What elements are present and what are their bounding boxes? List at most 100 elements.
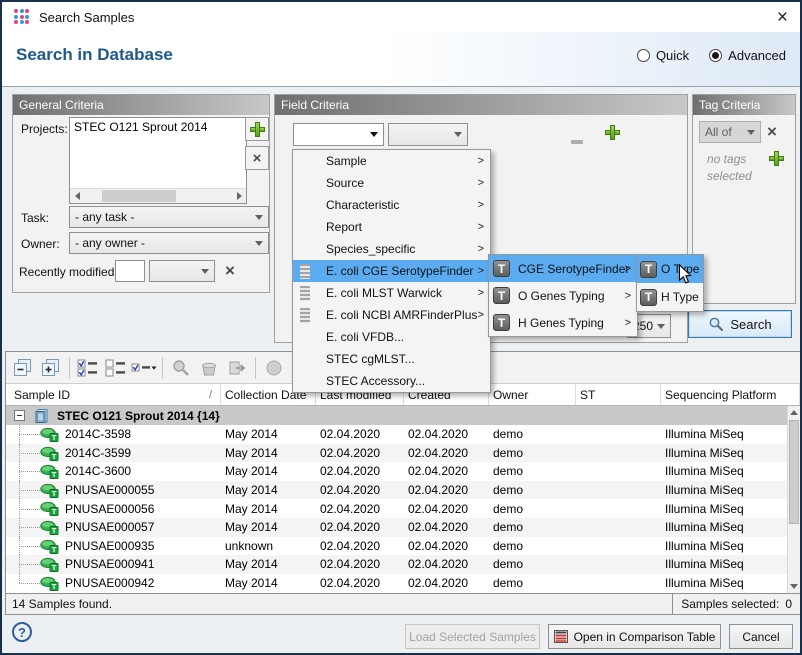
- find-icon[interactable]: [168, 355, 194, 381]
- recently-modified-unit-select[interactable]: [149, 260, 215, 282]
- load-selected-samples-button[interactable]: Load Selected Samples: [405, 624, 540, 649]
- cell-last-modified: 02.04.2020: [316, 425, 404, 444]
- compare-icon[interactable]: [261, 355, 287, 381]
- cell-sequencing-platform: Illumina MiSeq: [661, 537, 800, 556]
- owner-select[interactable]: - any owner -: [69, 232, 269, 254]
- cell-collection-date: May 2014: [221, 481, 316, 500]
- cell-last-modified: 02.04.2020: [316, 481, 404, 500]
- radio-advanced[interactable]: Advanced: [709, 48, 786, 63]
- radio-checked-icon: [709, 49, 722, 62]
- recently-modified-label: Recently modified:: [19, 265, 118, 279]
- cancel-button[interactable]: Cancel: [729, 624, 793, 649]
- table-row[interactable]: TPNUSAE000941May 201402.04.202002.04.202…: [6, 555, 800, 574]
- recently-modified-value-input[interactable]: [115, 260, 145, 282]
- plus-icon: [769, 151, 784, 166]
- add-criterion-button[interactable]: [605, 125, 620, 145]
- collapse-expander-icon[interactable]: [14, 410, 25, 421]
- column-header-st[interactable]: ST: [576, 384, 661, 405]
- tree-branch: [19, 434, 40, 435]
- add-tag-button[interactable]: [769, 151, 784, 171]
- tag-criteria-panel: Tag Criteria All of × no tags selected: [692, 94, 796, 304]
- table-row[interactable]: T2014C-3599May 201402.04.202002.04.2020d…: [6, 444, 800, 463]
- menu-item-species-specific[interactable]: Species_specific>: [293, 238, 490, 260]
- scrollbar-track[interactable]: [84, 189, 232, 203]
- menu-item-h-type[interactable]: TH Type: [637, 283, 703, 311]
- group-row[interactable]: STEC O121 Sprout 2014 {14}: [6, 406, 800, 425]
- svg-text:T: T: [52, 489, 57, 498]
- operator-select[interactable]: [388, 123, 468, 146]
- add-project-button[interactable]: [245, 117, 269, 141]
- close-icon[interactable]: ×: [777, 8, 788, 27]
- table-row[interactable]: TPNUSAE000057May 201402.04.202002.04.202…: [6, 518, 800, 537]
- menu-item-stec-accessory[interactable]: STEC Accessory...: [293, 370, 490, 392]
- panel-title-general: General Criteria: [13, 95, 269, 115]
- project-list-item[interactable]: STEC O121 Sprout 2014: [70, 118, 246, 136]
- cell-owner: demo: [489, 462, 576, 481]
- deselect-all-icon[interactable]: [103, 355, 129, 381]
- table-row[interactable]: T2014C-3600May 201402.04.202002.04.2020d…: [6, 462, 800, 481]
- menu-item-report[interactable]: Report>: [293, 216, 490, 238]
- menu-item-characteristic[interactable]: Characteristic>: [293, 194, 490, 216]
- sample-icon: T: [40, 576, 59, 591]
- horizontal-scrollbar[interactable]: [70, 188, 246, 203]
- menu-item-e-coli-cge-serotypefinder[interactable]: E. coli CGE SerotypeFinder>: [293, 260, 490, 282]
- submenu-arrow-icon: >: [478, 287, 484, 299]
- svg-text:T: T: [52, 433, 57, 442]
- expand-all-icon[interactable]: [38, 355, 64, 381]
- table-row[interactable]: TPNUSAE000942May 201402.04.202002.04.202…: [6, 574, 800, 593]
- remove-project-button[interactable]: ×: [245, 146, 269, 170]
- collapse-all-icon[interactable]: [10, 355, 36, 381]
- open-in-comparison-table-button[interactable]: Open in Comparison Table: [548, 624, 721, 649]
- column-header-owner[interactable]: Owner: [489, 384, 576, 405]
- menu-item-e-coli-vfdb[interactable]: E. coli VFDB...: [293, 326, 490, 348]
- scrollbar-thumb[interactable]: [789, 420, 799, 524]
- search-button[interactable]: Search: [688, 310, 792, 338]
- table-row[interactable]: T2014C-3598May 201402.04.202002.04.2020d…: [6, 425, 800, 444]
- vertical-scrollbar[interactable]: [787, 406, 800, 593]
- toolbar-separator: [162, 357, 163, 379]
- basket-icon[interactable]: [196, 355, 222, 381]
- export-icon[interactable]: [224, 355, 250, 381]
- no-tags-text: no tags selected: [707, 151, 752, 185]
- cell-sample-id: TPNUSAE000942: [6, 574, 221, 593]
- field-select[interactable]: [293, 123, 384, 146]
- help-button[interactable]: ?: [12, 622, 32, 642]
- projects-listbox[interactable]: STEC O121 Sprout 2014: [69, 117, 247, 204]
- cell-st: [576, 499, 661, 518]
- task-select[interactable]: - any task -: [69, 206, 269, 228]
- clear-tags-button[interactable]: ×: [767, 123, 777, 140]
- menu-item-o-type[interactable]: TO Type: [637, 255, 703, 283]
- menu-item-cge-serotypefinder[interactable]: TCGE SerotypeFinder>: [489, 255, 637, 282]
- chevron-down-icon: [201, 269, 209, 274]
- menu-item-h-genes-typing[interactable]: TH Genes Typing>: [489, 309, 637, 336]
- menu-item-label: Species_specific: [326, 242, 415, 256]
- clear-recently-modified-button[interactable]: ×: [225, 262, 235, 279]
- scroll-right-icon[interactable]: [232, 189, 246, 203]
- remove-criterion-button[interactable]: [571, 131, 583, 149]
- field-type-icon: T: [640, 261, 657, 278]
- scroll-down-icon[interactable]: [788, 580, 800, 593]
- menu-item-stec-cgmlst[interactable]: STEC cgMLST...: [293, 348, 490, 370]
- menu-item-e-coli-mlst-warwick[interactable]: E. coli MLST Warwick>: [293, 282, 490, 304]
- menu-item-o-genes-typing[interactable]: TO Genes Typing>: [489, 282, 637, 309]
- submenu-arrow-icon: >: [478, 309, 484, 321]
- scrollbar-thumb[interactable]: [102, 190, 176, 202]
- column-header-sequencing-platform[interactable]: Sequencing Platform: [661, 384, 800, 405]
- menu-item-label: Source: [326, 176, 364, 190]
- cell-sample-id: TPNUSAE000941: [6, 555, 221, 574]
- scroll-up-icon[interactable]: [788, 406, 800, 419]
- table-row[interactable]: TPNUSAE000056May 201402.04.202002.04.202…: [6, 499, 800, 518]
- menu-item-sample[interactable]: Sample>: [293, 150, 490, 172]
- menu-item-source[interactable]: Source>: [293, 172, 490, 194]
- clear-icon: ×: [253, 151, 262, 166]
- column-header-sample-id[interactable]: Sample ID/: [6, 384, 221, 405]
- select-options-icon[interactable]: [131, 355, 157, 381]
- table-row[interactable]: TPNUSAE000055May 201402.04.202002.04.202…: [6, 481, 800, 500]
- compare-button-label: Open in Comparison Table: [574, 630, 716, 644]
- table-row[interactable]: TPNUSAE000935unknown02.04.202002.04.2020…: [6, 537, 800, 556]
- tag-match-select[interactable]: All of: [699, 121, 761, 143]
- menu-item-e-coli-ncbi-amrfinderplus[interactable]: E. coli NCBI AMRFinderPlus>: [293, 304, 490, 326]
- radio-quick[interactable]: Quick: [637, 48, 689, 63]
- select-all-icon[interactable]: [75, 355, 101, 381]
- scroll-left-icon[interactable]: [70, 189, 84, 203]
